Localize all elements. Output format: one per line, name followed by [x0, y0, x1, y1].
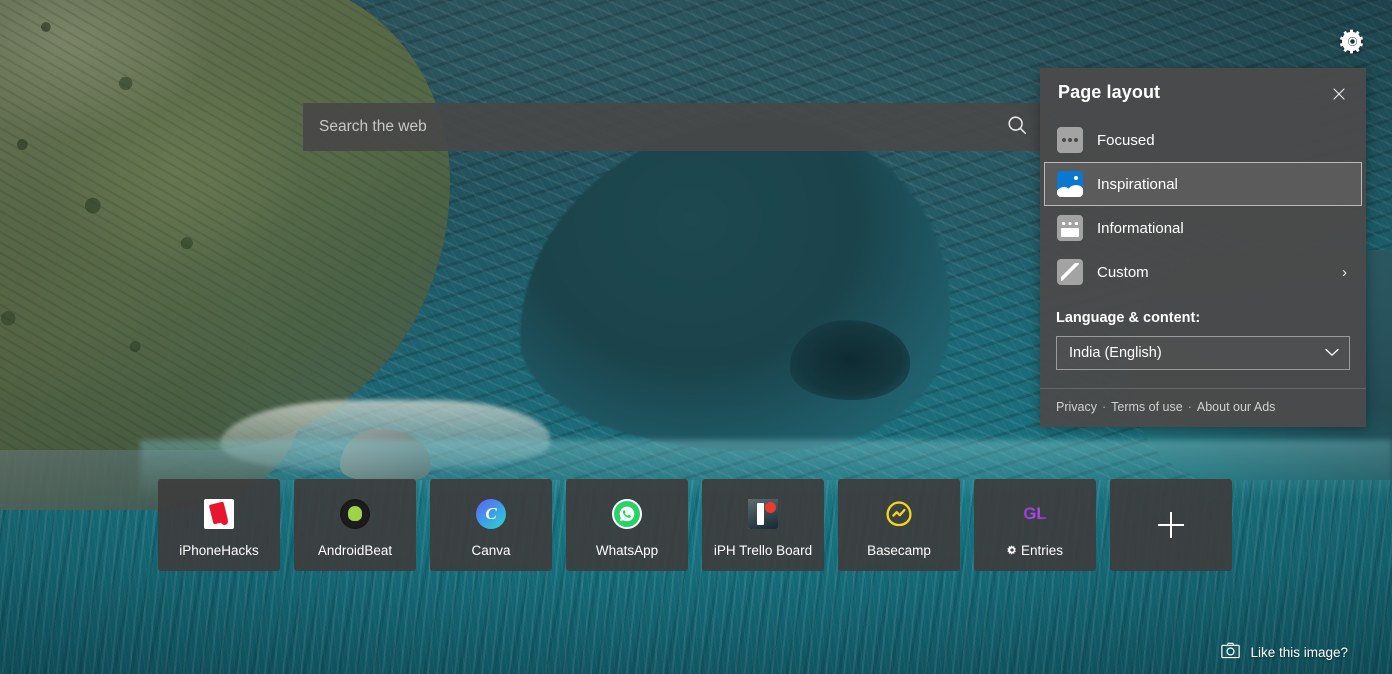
flyout-header: Page layout [1040, 68, 1366, 114]
tile-icon: C [474, 497, 508, 531]
trello-icon [748, 499, 778, 529]
flyout-footer: Privacy · Terms of use · About our Ads [1040, 388, 1366, 427]
like-this-image-button[interactable]: Like this image? [1221, 642, 1348, 662]
language-label: Language & content: [1056, 310, 1201, 326]
layout-option-label: Custom [1097, 263, 1149, 281]
layout-option-custom[interactable]: Custom › [1044, 250, 1362, 294]
close-button[interactable] [1326, 82, 1352, 108]
basecamp-icon [884, 499, 914, 529]
tile-icon [882, 497, 916, 531]
layout-option-list: Focused Inspirational Informational Cust… [1040, 114, 1366, 302]
footer-separator: · [1187, 400, 1192, 414]
tile-label: Canva [471, 543, 511, 558]
camera-icon [1221, 642, 1241, 662]
inspirational-layout-icon [1057, 171, 1083, 197]
search-submit-button[interactable] [988, 103, 1048, 151]
entries-icon: GL [1020, 499, 1050, 529]
terms-of-use-link[interactable]: Terms of use [1111, 400, 1183, 414]
shortcut-tile-row: iPhoneHacks AndroidBeat C Canva WhatsApp [158, 479, 1232, 571]
iphonehacks-icon [204, 499, 234, 529]
language-selected-value: India (English) [1069, 345, 1162, 361]
tile-label: AndroidBeat [317, 543, 393, 558]
add-shortcut-button[interactable] [1110, 479, 1232, 571]
page-layout-flyout: Page layout Focused Inspirational Inform… [1040, 68, 1366, 427]
pencil-layout-icon [1057, 259, 1083, 285]
tile-label: iPhoneHacks [179, 543, 259, 558]
tile-label: iPH Trello Board [713, 543, 813, 558]
like-this-image-label: Like this image? [1250, 644, 1348, 660]
plus-icon [1158, 512, 1184, 538]
language-section: Language & content: India (English) [1040, 302, 1366, 388]
tile-icon: GL [1018, 497, 1052, 531]
language-select[interactable]: India (English) [1056, 336, 1350, 370]
layout-option-focused[interactable]: Focused [1044, 118, 1362, 162]
focused-layout-icon [1057, 127, 1083, 153]
tile-icon [746, 497, 780, 531]
tile-iph-trello-board[interactable]: iPH Trello Board [702, 479, 824, 571]
chevron-right-icon: › [1342, 263, 1347, 281]
search-input[interactable] [303, 118, 988, 136]
gear-icon [1339, 28, 1366, 60]
gear-mini-icon [1007, 543, 1017, 558]
search-bar[interactable] [303, 103, 1048, 151]
androidbeat-icon [340, 499, 370, 529]
tile-icon [338, 497, 372, 531]
canva-icon: C [476, 499, 506, 529]
footer-separator: · [1101, 400, 1107, 414]
page-title: Page layout [1058, 82, 1161, 102]
tile-label: Entries [1007, 543, 1063, 558]
tile-whatsapp[interactable]: WhatsApp [566, 479, 688, 571]
whatsapp-icon [612, 499, 642, 529]
tile-icon [202, 497, 236, 531]
tile-androidbeat[interactable]: AndroidBeat [294, 479, 416, 571]
layout-option-inspirational[interactable]: Inspirational [1044, 162, 1362, 206]
layout-option-label: Informational [1097, 219, 1184, 237]
tile-basecamp[interactable]: Basecamp [838, 479, 960, 571]
magnifier-icon [1006, 114, 1028, 141]
tile-label: Basecamp [867, 543, 931, 558]
chevron-down-icon [1325, 346, 1339, 360]
layout-option-label: Focused [1097, 131, 1155, 149]
informational-layout-icon [1057, 215, 1083, 241]
close-icon [1333, 87, 1345, 103]
layout-option-informational[interactable]: Informational [1044, 206, 1362, 250]
tile-label-text: Entries [1020, 543, 1064, 558]
privacy-link[interactable]: Privacy [1056, 400, 1097, 414]
tile-iphonehacks[interactable]: iPhoneHacks [158, 479, 280, 571]
about-our-ads-link[interactable]: About our Ads [1197, 400, 1276, 414]
layout-option-label: Inspirational [1097, 175, 1178, 193]
tile-canva[interactable]: C Canva [430, 479, 552, 571]
settings-button[interactable] [1332, 24, 1372, 64]
tile-icon [610, 497, 644, 531]
tile-entries[interactable]: GL Entries [974, 479, 1096, 571]
tile-label: WhatsApp [595, 543, 659, 558]
